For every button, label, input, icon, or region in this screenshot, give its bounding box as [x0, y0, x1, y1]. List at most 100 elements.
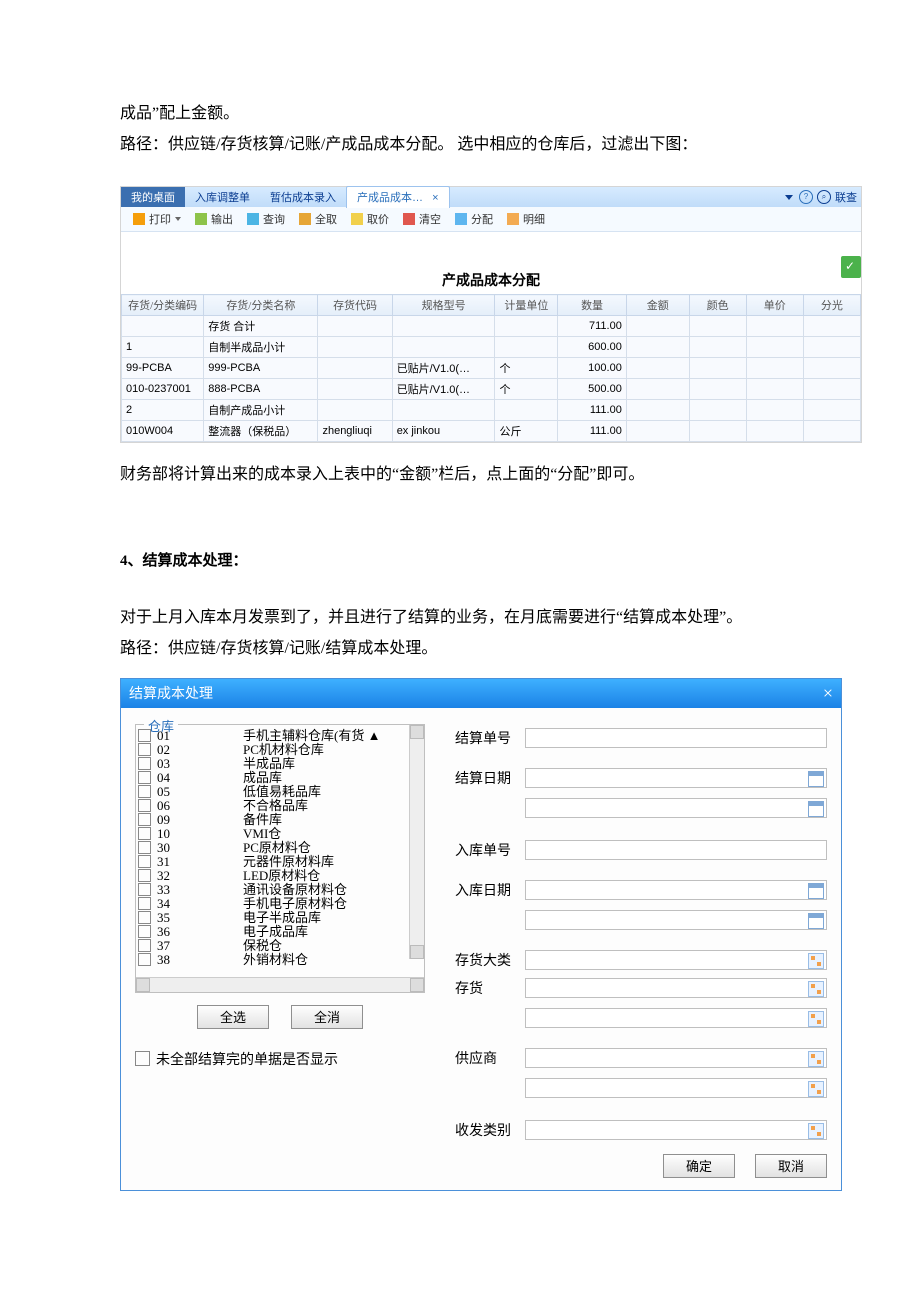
dropdown-icon[interactable]: [785, 195, 793, 200]
tab-desktop[interactable]: 我的桌面: [121, 187, 185, 207]
allocate-button[interactable]: 分配: [449, 209, 499, 229]
table-row[interactable]: 99-PCBA999-PCBA已贴片/V1.0(…个100.00: [122, 358, 861, 379]
warehouse-item[interactable]: 33通讯设备原材料仓: [138, 883, 422, 897]
tab-estimate[interactable]: 暂估成本录入: [260, 187, 346, 207]
scrollbar-vertical[interactable]: [409, 725, 424, 959]
tab-alloc[interactable]: 产成品成本… ×: [346, 186, 450, 208]
lookup-icon[interactable]: [808, 1123, 824, 1139]
warehouse-item[interactable]: 01手机主辅料仓库(有货 ▲: [138, 729, 422, 743]
col-unit[interactable]: 计量单位: [495, 295, 558, 316]
col-code[interactable]: 存货/分类编码: [122, 295, 204, 316]
selectall-button[interactable]: 全取: [293, 209, 343, 229]
dialog-close-icon[interactable]: ×: [823, 683, 833, 704]
input-rdcls[interactable]: [525, 1120, 827, 1140]
input-in-date-from[interactable]: [525, 880, 827, 900]
query-button[interactable]: 查询: [241, 209, 291, 229]
select-all-button[interactable]: 全选: [197, 1005, 269, 1029]
col-bin[interactable]: 分光: [803, 295, 860, 316]
lookup-icon[interactable]: [808, 981, 824, 997]
lookup-icon[interactable]: [808, 953, 824, 969]
close-icon[interactable]: ×: [426, 192, 438, 204]
scrollbar-horizontal[interactable]: [136, 977, 424, 992]
table-row[interactable]: 010W004整流器（保税品）zhengliuqiex jinkou公斤111.…: [122, 421, 861, 442]
input-settle-date-to[interactable]: [525, 798, 827, 818]
table-cell: [318, 379, 392, 400]
scroll-right-icon[interactable]: [410, 978, 424, 992]
scroll-up-icon[interactable]: [410, 725, 424, 739]
table-row[interactable]: 010-0237001888-PCBA已贴片/V1.0(…个500.00: [122, 379, 861, 400]
calendar-icon[interactable]: [808, 883, 824, 899]
warehouse-item[interactable]: 03半成品库: [138, 757, 422, 771]
input-inv-from[interactable]: [525, 978, 827, 998]
warehouse-code: 38: [155, 953, 239, 967]
print-button[interactable]: 打印: [127, 209, 187, 229]
warehouse-item[interactable]: 10VMI仓: [138, 827, 422, 841]
col-qty[interactable]: 数量: [558, 295, 627, 316]
help-icon[interactable]: ?: [799, 190, 813, 204]
warehouse-item[interactable]: 31元器件原材料库: [138, 855, 422, 869]
warehouse-item[interactable]: 04成品库: [138, 771, 422, 785]
input-supplier-to[interactable]: [525, 1078, 827, 1098]
col-price[interactable]: 单价: [746, 295, 803, 316]
warehouse-item[interactable]: 34手机电子原材料仓: [138, 897, 422, 911]
warehouse-item[interactable]: 30PC原材料仓: [138, 841, 422, 855]
lookup-icon[interactable]: [808, 1081, 824, 1097]
calendar-icon[interactable]: [808, 771, 824, 787]
warehouse-item[interactable]: 36电子成品库: [138, 925, 422, 939]
input-settle-no[interactable]: [525, 728, 827, 748]
doc-line: 成品”配上金额。: [120, 100, 800, 127]
cancel-button[interactable]: 取消: [755, 1154, 827, 1178]
table-row[interactable]: 存货 合计711.00: [122, 316, 861, 337]
warehouse-item[interactable]: 37保税仓: [138, 939, 422, 953]
warehouse-item[interactable]: 02PC机材料仓库: [138, 743, 422, 757]
col-color[interactable]: 颜色: [689, 295, 746, 316]
input-inv-cat[interactable]: [525, 950, 827, 970]
col-scode[interactable]: 存货代码: [318, 295, 392, 316]
col-amt[interactable]: 金额: [626, 295, 689, 316]
warehouse-item[interactable]: 06不合格品库: [138, 799, 422, 813]
tab-adjust[interactable]: 入库调整单: [185, 187, 260, 207]
getprice-button[interactable]: 取价: [345, 209, 395, 229]
checkbox-icon: [138, 883, 151, 896]
checkbox-icon: [138, 869, 151, 882]
selectall-icon: [299, 213, 311, 225]
lookup-icon[interactable]: [808, 1051, 824, 1067]
input-settle-date-from[interactable]: [525, 768, 827, 788]
label-settle-date: 结算日期: [455, 768, 525, 788]
tabbar-right-label: 联查: [835, 189, 857, 205]
input-inv-to[interactable]: [525, 1008, 827, 1028]
calendar-icon[interactable]: [808, 801, 824, 817]
warehouse-item[interactable]: 32LED原材料仓: [138, 869, 422, 883]
export-button[interactable]: 输出: [189, 209, 239, 229]
checkbox-icon: [138, 799, 151, 812]
search-icon[interactable]: ⌕: [817, 190, 831, 204]
input-supplier-from[interactable]: [525, 1048, 827, 1068]
lookup-icon[interactable]: [808, 1011, 824, 1027]
select-none-button[interactable]: 全消: [291, 1005, 363, 1029]
table-row[interactable]: 2自制产成品小计111.00: [122, 400, 861, 421]
ok-button[interactable]: 确定: [663, 1154, 735, 1178]
tabbar-right: ? ⌕ 联查: [785, 187, 857, 207]
warehouse-list[interactable]: 01手机主辅料仓库(有货 ▲02PC机材料仓库03半成品库04成品库05低值易耗…: [136, 725, 424, 977]
input-in-no[interactable]: [525, 840, 827, 860]
scroll-down-icon[interactable]: [410, 945, 424, 959]
table-cell: 99-PCBA: [122, 358, 204, 379]
col-spec[interactable]: 规格型号: [392, 295, 495, 316]
warehouse-item[interactable]: 05低值易耗品库: [138, 785, 422, 799]
warehouse-item[interactable]: 09备件库: [138, 813, 422, 827]
warehouse-item[interactable]: 35电子半成品库: [138, 911, 422, 925]
table-cell: 1: [122, 337, 204, 358]
show-unfinished-checkbox[interactable]: 未全部结算完的单据是否显示: [135, 1049, 425, 1069]
input-in-date-to[interactable]: [525, 910, 827, 930]
warehouse-item[interactable]: 38外销材料仓: [138, 953, 422, 967]
detail-button[interactable]: 明细: [501, 209, 551, 229]
checkbox-icon: [138, 729, 151, 742]
warehouse-code: 02: [155, 743, 239, 757]
col-name[interactable]: 存货/分类名称: [204, 295, 318, 316]
scroll-left-icon[interactable]: [136, 978, 150, 992]
calendar-icon[interactable]: [808, 913, 824, 929]
warehouse-name: 半成品库: [243, 757, 422, 771]
table-cell: [626, 358, 689, 379]
clear-button[interactable]: 清空: [397, 209, 447, 229]
table-row[interactable]: 1自制半成品小计600.00: [122, 337, 861, 358]
